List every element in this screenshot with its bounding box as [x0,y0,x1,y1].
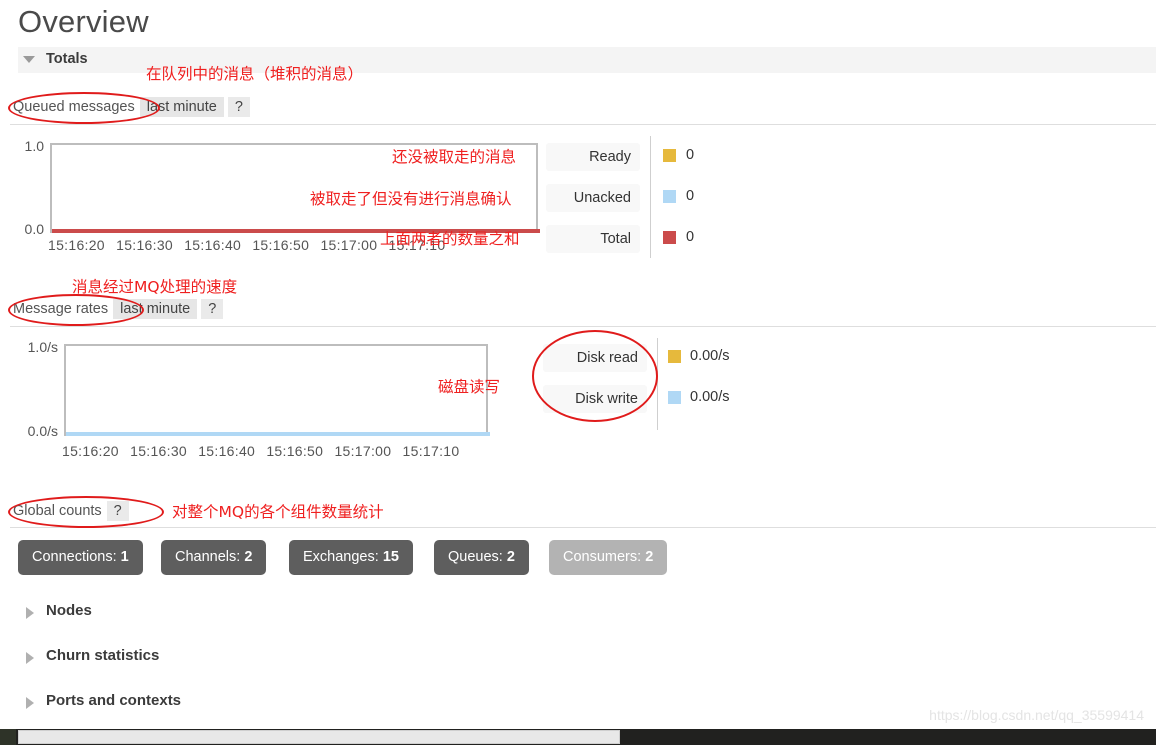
count-label-queues: Queues: [448,549,503,565]
overview-page: Overview Totals 在队列中的消息（堆积的消息） Queued me… [0,0,1156,745]
annotation-global-counts: 对整个MQ的各个组件数量统计 [172,503,384,521]
queued-messages-divider [10,124,1156,125]
caret-down-icon [23,56,35,63]
chart2-swatch-disk-write [668,391,681,404]
chart1-xtick-1: 15:16:30 [116,237,174,253]
section-churn-statistics-label: Churn statistics [46,647,160,664]
chart1-swatch-unacked [663,190,676,203]
scrollbar-corner [0,729,16,745]
watermark: https://blog.csdn.net/qq_35599414 [929,707,1144,723]
chart2-value-disk-read: 0.00/s [690,348,730,364]
chart2-xtick-1: 15:16:30 [130,443,188,459]
count-label-consumers: Consumers: [563,549,642,565]
annotation-unacked: 被取走了但没有进行消息确认 [310,190,512,208]
count-button-connections[interactable]: Connections: 1 [18,540,143,575]
count-value-channels: 2 [244,549,253,565]
count-value-consumers: 2 [645,549,654,565]
annotation-message-rates: 消息经过MQ处理的速度 [72,278,238,296]
count-button-channels[interactable]: Channels: 2 [161,540,267,575]
section-ports-and-contexts-label: Ports and contexts [46,692,182,709]
horizontal-scrollbar-thumb[interactable] [18,730,620,744]
caret-right-icon [26,607,34,619]
chart2-xtick-0: 15:16:20 [62,443,119,459]
count-value-exchanges: 15 [382,549,399,565]
chart2-ytick-bottom: 0.0/s [27,423,58,439]
message-rates-help-icon[interactable]: ? [201,299,224,319]
chart1-xtick-4: 15:17:00 [320,237,378,253]
chart2-swatch-disk-read [668,350,681,363]
chart1-legend-label-total[interactable]: Total [546,225,640,253]
annotation-disk: 磁盘读写 [438,378,501,396]
horizontal-scrollbar-track[interactable] [0,729,1156,745]
count-label-connections: Connections: [32,549,117,565]
count-button-exchanges[interactable]: Exchanges: 15 [289,540,413,575]
queued-messages-help-icon[interactable]: ? [227,97,250,117]
chart2-xtick-4: 15:17:00 [334,443,392,459]
caret-right-icon [26,652,34,664]
chart2-xtick-5: 15:17:10 [402,443,460,459]
chart2-legend-label-disk-read[interactable]: Disk read [543,344,647,372]
chart1-ytick-bottom: 0.0 [24,221,44,237]
page-title: Overview [18,4,149,39]
chart1-value-unacked: 0 [686,188,695,204]
count-button-consumers[interactable]: Consumers: 2 [549,540,668,575]
chart2-xaxis-ticks: 15:16:20 15:16:30 15:16:40 15:16:50 15:1… [62,443,459,459]
chart2-plot-area [64,344,490,436]
chart1-ytick-top: 1.0 [24,138,44,154]
totals-section-label: Totals [46,51,88,67]
chart1-legend-label-unacked[interactable]: Unacked [546,184,640,212]
queued-messages-header: Queued messages last minute? [10,97,250,119]
chart2-legend-label-disk-write[interactable]: Disk write [543,385,647,413]
chart1-legend-divider [650,136,651,258]
chart1-swatch-ready [663,149,676,162]
annotation-ready: 还没被取走的消息 [392,148,517,166]
global-counts-help-icon[interactable]: ? [106,501,129,521]
chart2-legend-divider [657,338,658,430]
chart2-xtick-3: 15:16:50 [266,443,324,459]
section-nodes-label: Nodes [46,602,92,619]
chart2-series-diskwrite-line [66,432,490,436]
count-label-exchanges: Exchanges: [303,549,379,565]
chart1-xtick-2: 15:16:40 [184,237,242,253]
global-counts-divider [10,527,1156,528]
chart1-legend-label-ready[interactable]: Ready [546,143,640,171]
chart1-value-ready: 0 [686,147,695,163]
chart1-value-total: 0 [686,229,695,245]
annotation-total: 上面两者的数量之和 [380,230,520,248]
count-value-connections: 1 [120,549,129,565]
global-counts-header: Global counts? [10,501,129,523]
chart2-xtick-2: 15:16:40 [198,443,256,459]
chart1-swatch-total [663,231,676,244]
message-rates-period-tab[interactable]: last minute [113,299,198,319]
chart1-xtick-3: 15:16:50 [252,237,310,253]
count-value-queues: 2 [506,549,515,565]
message-rates-title: Message rates [13,301,109,317]
annotation-queued-messages: 在队列中的消息（堆积的消息） [146,65,364,83]
queued-messages-period-tab[interactable]: last minute [139,97,224,117]
count-button-queues[interactable]: Queues: 2 [434,540,529,575]
count-label-channels: Channels: [175,549,241,565]
message-rates-header: Message rates last minute? [10,299,224,321]
global-counts-title: Global counts [13,503,102,519]
message-rates-divider [10,326,1156,327]
chart2-value-disk-write: 0.00/s [690,389,730,405]
queued-messages-title: Queued messages [13,99,135,115]
caret-right-icon [26,697,34,709]
chart2-ytick-top: 1.0/s [27,339,58,355]
chart1-xtick-0: 15:16:20 [48,237,105,253]
